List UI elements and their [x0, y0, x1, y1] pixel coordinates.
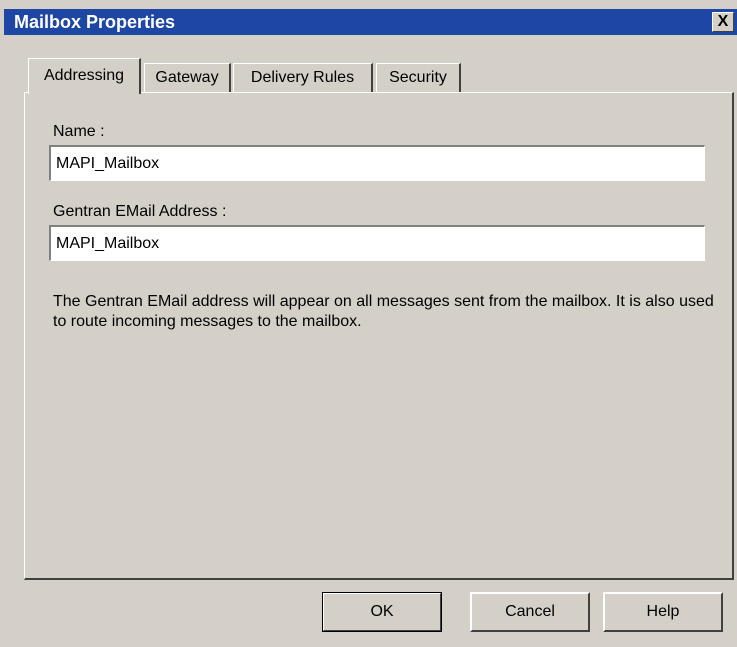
tab-security[interactable]: Security	[376, 63, 461, 93]
close-button[interactable]: X	[712, 12, 734, 32]
tab-delivery-rules[interactable]: Delivery Rules	[233, 63, 373, 93]
ok-button[interactable]: OK	[322, 592, 442, 632]
gentran-email-address-label: Gentran EMail Address :	[53, 203, 227, 220]
title-bar: Mailbox Properties X	[4, 9, 737, 35]
tab-addressing[interactable]: Addressing	[28, 58, 141, 94]
help-button[interactable]: Help	[603, 592, 723, 632]
address-description: The Gentran EMail address will appear on…	[53, 293, 714, 330]
name-label: Name :	[53, 123, 105, 140]
tab-strip: Addressing Gateway Delivery Rules Securi…	[28, 58, 478, 94]
window-title: Mailbox Properties	[14, 12, 176, 32]
cancel-button[interactable]: Cancel	[470, 592, 590, 632]
gentran-email-address-field[interactable]	[49, 225, 705, 261]
tab-gateway[interactable]: Gateway	[144, 63, 231, 93]
name-field[interactable]	[49, 145, 705, 181]
mailbox-properties-dialog: Mailbox Properties X Addressing Gateway …	[0, 0, 737, 647]
